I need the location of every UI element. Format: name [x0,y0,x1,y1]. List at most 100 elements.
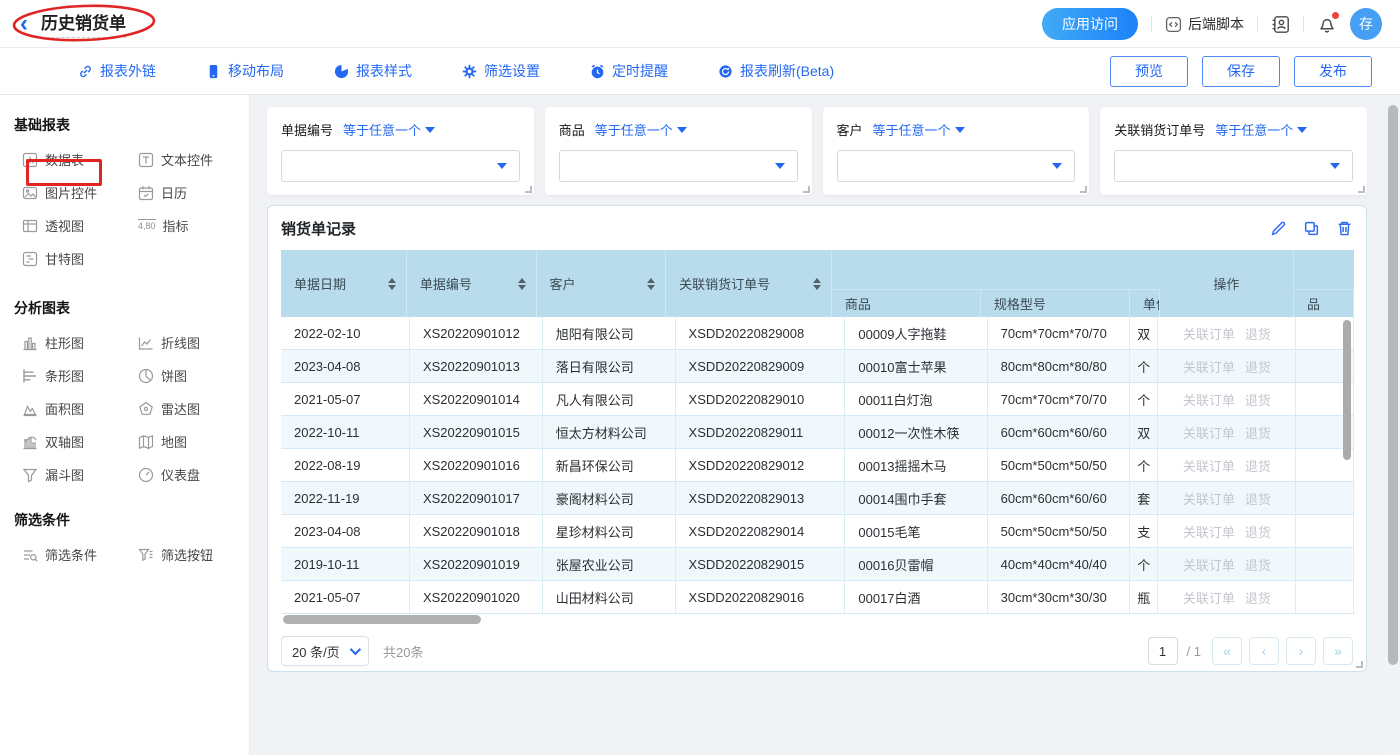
toolbar-item-filter-settings[interactable]: 筛选设置 [462,61,540,81]
return-goods-link[interactable]: 退货 [1245,522,1271,541]
sort-icon[interactable] [388,278,396,290]
related-order-link[interactable]: 关联订单 [1183,324,1235,343]
col-header-date[interactable]: 单据日期 [281,250,407,317]
table-row[interactable]: 2022-08-19 XS20220901016 新昌环保公司 XSDD2022… [281,449,1354,482]
resize-handle[interactable] [1356,661,1363,668]
save-button[interactable]: 保存 [1202,56,1280,87]
filter-operator[interactable]: 等于任意一个 [1215,120,1307,139]
filter-card-customer[interactable]: 客户 等于任意一个 [823,107,1090,195]
sales-record-table-card[interactable]: 销货单记录 单据日期 单据编号 客户 关联销货订单号 商品 规格型号 单位 [267,205,1367,672]
table-row[interactable]: 2022-02-10 XS20220901012 旭阳有限公司 XSDD2022… [281,317,1354,350]
page-input[interactable] [1148,637,1178,665]
sidebar-item-data-table[interactable]: 数据表 [22,150,138,169]
sidebar-item-filter-button[interactable]: 筛选按钮 [138,545,249,564]
table-row[interactable]: 2021-05-07 XS20220901014 凡人有限公司 XSDD2022… [281,383,1354,416]
sort-icon[interactable] [518,278,526,290]
toolbar-item-mobile-layout[interactable]: 移动布局 [206,61,284,81]
related-order-link[interactable]: 关联订单 [1183,357,1235,376]
contacts-button[interactable] [1271,15,1290,34]
sidebar-item-filter-condition[interactable]: 筛选条件 [22,545,138,564]
filter-card-product[interactable]: 商品 等于任意一个 [545,107,812,195]
related-order-link[interactable]: 关联订单 [1183,522,1235,541]
edit-button[interactable] [1270,220,1287,237]
toolbar-item-report-style[interactable]: 报表样式 [334,61,412,81]
sidebar-item-line-chart[interactable]: 折线图 [138,333,249,352]
preview-button[interactable]: 预览 [1110,56,1188,87]
page-title[interactable]: 历史销货单 [41,9,126,38]
table-vertical-scrollbar[interactable] [1343,320,1351,460]
sidebar-item-image-widget[interactable]: 图片控件 [22,183,138,202]
toolbar-item-report-refresh[interactable]: 报表刷新(Beta) [718,61,834,81]
related-order-link[interactable]: 关联订单 [1183,456,1235,475]
table-horizontal-scrollbar[interactable] [281,615,1353,625]
copy-button[interactable] [1303,220,1320,237]
filter-dropdown[interactable] [281,150,520,182]
return-goods-link[interactable]: 退货 [1245,456,1271,475]
resize-handle[interactable] [525,186,532,193]
sidebar-item-bar-chart[interactable]: 条形图 [22,366,138,385]
page-scrollbar[interactable] [1386,95,1400,755]
prev-page-button[interactable]: ‹ [1249,637,1279,665]
related-order-link[interactable]: 关联订单 [1183,423,1235,442]
backend-script-button[interactable]: 后端脚本 [1165,14,1244,34]
filter-operator[interactable]: 等于任意一个 [343,120,435,139]
sidebar-item-text-widget[interactable]: 文本控件 [138,150,249,169]
return-goods-link[interactable]: 退货 [1245,423,1271,442]
sidebar-item-map[interactable]: 地图 [138,432,249,451]
related-order-link[interactable]: 关联订单 [1183,555,1235,574]
sidebar-item-gauge[interactable]: 仪表盘 [138,465,249,484]
avatar[interactable]: 存 [1350,8,1382,40]
table-row[interactable]: 2022-11-19 XS20220901017 豪阁材料公司 XSDD2022… [281,482,1354,515]
last-page-button[interactable]: » [1323,637,1353,665]
sort-icon[interactable] [813,278,821,290]
sort-icon[interactable] [647,278,655,290]
filter-operator[interactable]: 等于任意一个 [873,120,965,139]
table-row[interactable]: 2022-10-11 XS20220901015 恒太方材料公司 XSDD202… [281,416,1354,449]
next-page-button[interactable]: › [1286,637,1316,665]
resize-handle[interactable] [803,186,810,193]
first-page-button[interactable]: « [1212,637,1242,665]
sidebar-item-pivot[interactable]: 透视图 [22,216,138,235]
return-goods-link[interactable]: 退货 [1245,324,1271,343]
return-goods-link[interactable]: 退货 [1245,357,1271,376]
sidebar-item-funnel-chart[interactable]: 漏斗图 [22,465,138,484]
toolbar-item-external-link[interactable]: 报表外链 [78,61,156,81]
app-access-button[interactable]: 应用访问 [1042,8,1138,40]
publish-button[interactable]: 发布 [1294,56,1372,87]
filter-dropdown[interactable] [1114,150,1353,182]
sidebar-item-column-chart[interactable]: 柱形图 [22,333,138,352]
toolbar-item-scheduled-reminder[interactable]: 定时提醒 [590,61,668,81]
related-order-link[interactable]: 关联订单 [1183,489,1235,508]
col-header-product[interactable]: 商品 [832,290,981,317]
related-order-link[interactable]: 关联订单 [1183,588,1235,607]
sidebar-item-gantt[interactable]: 甘特图 [22,249,138,268]
filter-operator[interactable]: 等于任意一个 [595,120,687,139]
page-scrollbar-thumb[interactable] [1388,105,1398,665]
filter-dropdown[interactable] [837,150,1076,182]
page-size-select[interactable]: 20 条/页 [281,636,369,666]
col-header-related-order[interactable]: 关联销货订单号 [666,250,832,317]
filter-card-order-code[interactable]: 单据编号 等于任意一个 [267,107,534,195]
notifications-button[interactable] [1317,14,1337,34]
col-header-code[interactable]: 单据编号 [407,250,537,317]
sidebar-item-radar-chart[interactable]: 雷达图 [138,399,249,418]
table-row[interactable]: 2023-04-08 XS20220901018 星珍材料公司 XSDD2022… [281,515,1354,548]
sidebar-item-area-chart[interactable]: 面积图 [22,399,138,418]
table-row[interactable]: 2023-04-08 XS20220901013 落日有限公司 XSDD2022… [281,350,1354,383]
return-goods-link[interactable]: 退货 [1245,390,1271,409]
table-row[interactable]: 2021-05-07 XS20220901020 山田材料公司 XSDD2022… [281,581,1354,614]
col-header-customer[interactable]: 客户 [537,250,667,317]
return-goods-link[interactable]: 退货 [1245,489,1271,508]
table-row[interactable]: 2019-10-11 XS20220901019 张屋农业公司 XSDD2022… [281,548,1354,581]
back-icon[interactable]: ‹ [20,12,28,36]
return-goods-link[interactable]: 退货 [1245,555,1271,574]
sidebar-item-calendar[interactable]: 日历 [138,183,249,202]
return-goods-link[interactable]: 退货 [1245,588,1271,607]
col-header-unit[interactable]: 单位 [1130,290,1160,317]
sidebar-item-pie-chart[interactable]: 饼图 [138,366,249,385]
col-header-spec[interactable]: 规格型号 [981,290,1130,317]
sidebar-item-metric[interactable]: 4,80 指标 [138,216,249,235]
sidebar-item-dual-axis-chart[interactable]: 双轴图 [22,432,138,451]
filter-card-related-order[interactable]: 关联销货订单号 等于任意一个 [1100,107,1367,195]
delete-button[interactable] [1336,220,1353,237]
